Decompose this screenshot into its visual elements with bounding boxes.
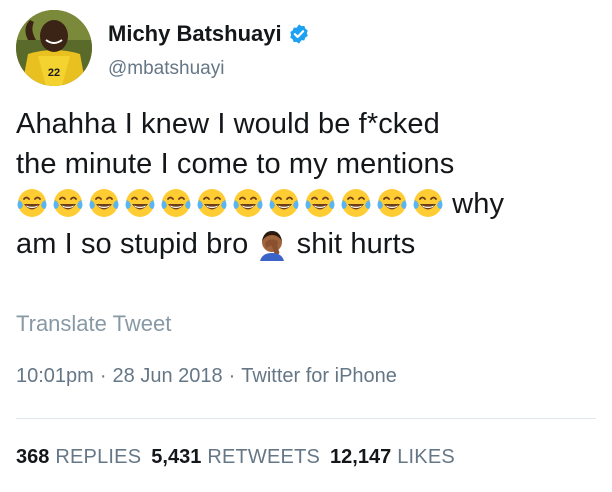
- author-display-name[interactable]: Michy Batshuayi: [108, 21, 282, 47]
- tweet-text-line-2: the minute I come to my mentions: [16, 148, 455, 180]
- verified-badge-icon: [288, 23, 310, 45]
- retweets-label: RETWEETS: [207, 446, 321, 468]
- face-with-tears-of-joy-icon: [232, 187, 264, 219]
- translate-tweet-link[interactable]: Translate Tweet: [16, 310, 171, 338]
- face-with-tears-of-joy-icon: [412, 187, 444, 219]
- face-with-tears-of-joy-icon: [196, 187, 228, 219]
- face-with-tears-of-joy-icon: [376, 187, 408, 219]
- face-with-tears-of-joy-icon: [16, 187, 48, 219]
- tweet-text-line-3: why: [16, 184, 596, 224]
- face-with-tears-of-joy-icon: [124, 187, 156, 219]
- likes-count: 12,147: [330, 446, 392, 468]
- svg-text:22: 22: [48, 67, 60, 79]
- tweet-date[interactable]: 28 Jun 2018: [113, 363, 223, 389]
- tweet-text-line-4a: am I so stupid bro: [16, 228, 249, 260]
- tweet-text-why: why: [452, 188, 505, 220]
- tweet-source[interactable]: Twitter for iPhone: [241, 363, 397, 389]
- face-with-tears-of-joy-icon: [340, 187, 372, 219]
- tweet-header: 22 Michy Batshuayi @mbatshuayi: [16, 10, 596, 90]
- face-with-tears-of-joy-icon: [52, 187, 84, 219]
- person-facepalming-icon: [256, 229, 288, 262]
- tweet-text-line-1: Ahahha I knew I would be f*cked: [16, 108, 440, 140]
- tweet-time[interactable]: 10:01pm: [16, 363, 94, 389]
- face-with-tears-of-joy-icon: [304, 187, 336, 219]
- replies-stat[interactable]: 368 REPLIES: [16, 444, 141, 470]
- tweet-text-line-4b: shit hurts: [296, 228, 416, 260]
- face-with-tears-of-joy-icon: [268, 187, 300, 219]
- author-handle[interactable]: @mbatshuayi: [108, 58, 224, 80]
- replies-label: REPLIES: [55, 446, 142, 468]
- laughing-emoji-row: [16, 189, 444, 221]
- tweet-text: Ahahha I knew I would be f*cked the minu…: [16, 104, 596, 264]
- tweet-stats: 368 REPLIES 5,431 RETWEETS 12,147 LIKES: [16, 444, 455, 470]
- likes-label: LIKES: [397, 446, 455, 468]
- meta-separator-2: ·: [228, 365, 236, 387]
- tweet-metadata: 10:01pm · 28 Jun 2018 · Twitter for iPho…: [16, 363, 397, 389]
- tweet-text-line-4: am I so stupid bro shit hurts: [16, 224, 596, 264]
- meta-separator-1: ·: [99, 365, 107, 387]
- face-with-tears-of-joy-icon: [88, 187, 120, 219]
- replies-count: 368: [16, 446, 50, 468]
- retweets-stat[interactable]: 5,431 RETWEETS: [151, 444, 320, 470]
- profile-avatar[interactable]: 22: [16, 10, 92, 86]
- likes-stat[interactable]: 12,147 LIKES: [330, 444, 455, 470]
- author-name-row: Michy Batshuayi: [108, 21, 310, 47]
- avatar-image: 22: [16, 10, 92, 86]
- retweets-count: 5,431: [151, 446, 202, 468]
- tweet-card: 22 Michy Batshuayi @mbatshuayi Ahahha I …: [0, 0, 612, 492]
- face-with-tears-of-joy-icon: [160, 187, 192, 219]
- stats-divider: [16, 418, 596, 419]
